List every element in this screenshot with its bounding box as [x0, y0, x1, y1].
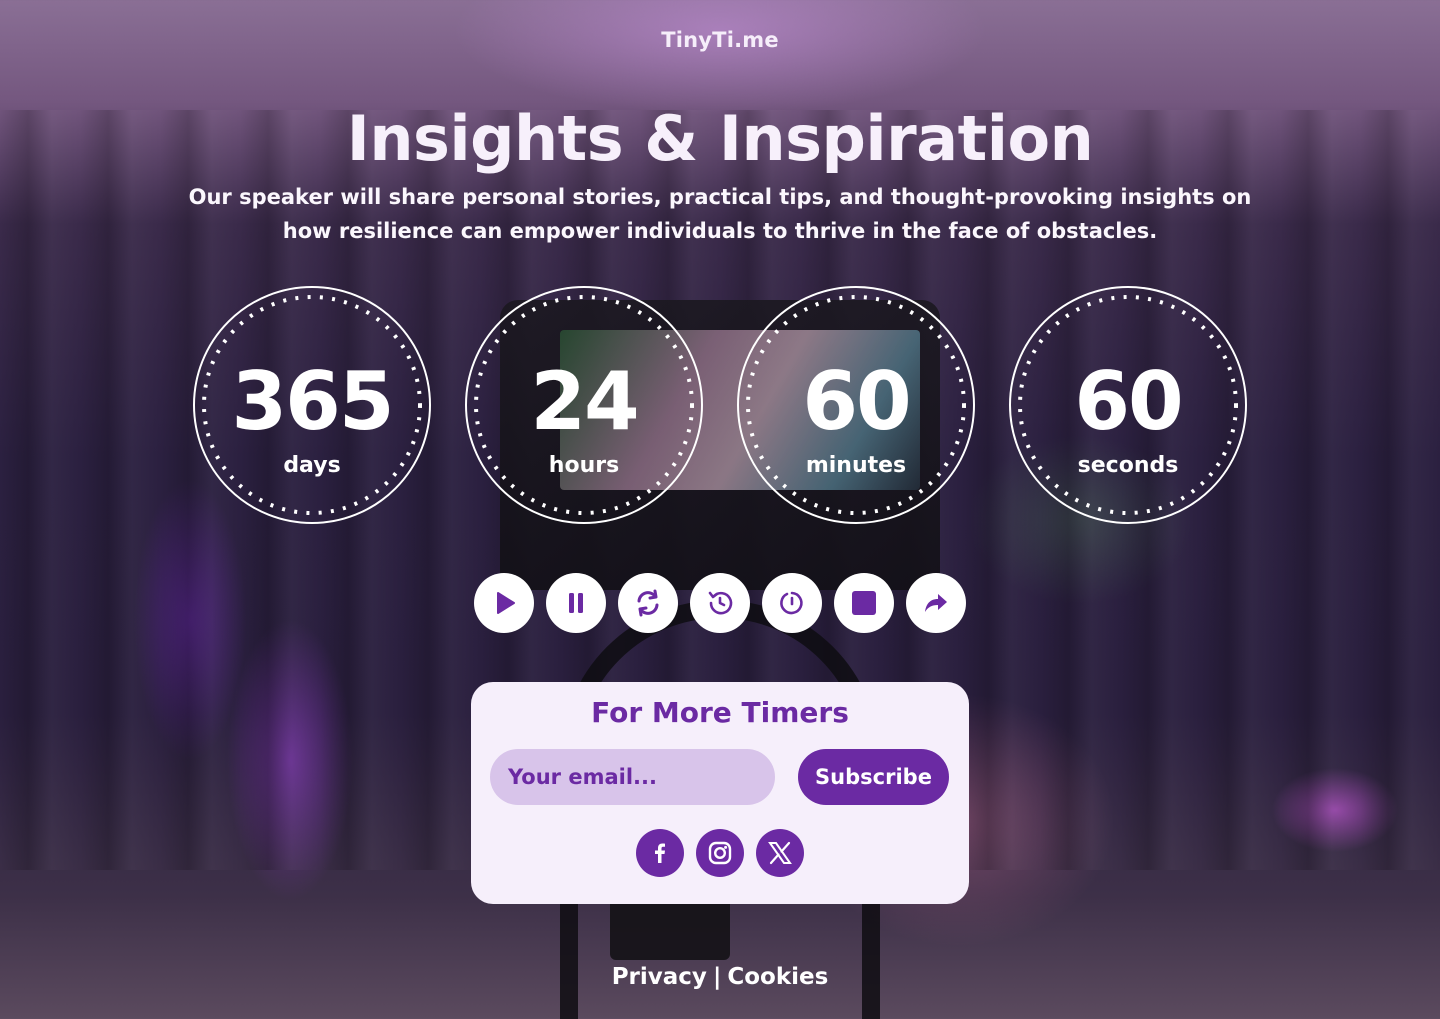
cookies-link[interactable]: Cookies [727, 964, 828, 990]
subscribe-button[interactable]: Subscribe [798, 749, 949, 805]
share-button[interactable] [906, 573, 966, 633]
history-icon [708, 591, 733, 615]
brand-logo[interactable]: TinyTi.me [0, 28, 1440, 52]
timer-days: 365 days [192, 285, 432, 525]
timer-label: seconds [1077, 453, 1179, 478]
instagram-icon [708, 841, 732, 865]
play-button[interactable] [474, 573, 534, 633]
page-subtitle: Our speaker will share personal stories,… [188, 185, 1252, 243]
timer-label: days [283, 453, 341, 478]
subscribe-title: For More Timers [591, 696, 849, 729]
pause-icon [569, 593, 583, 613]
x-icon [768, 841, 792, 865]
play-icon [497, 592, 515, 614]
email-input[interactable]: Your email... [490, 749, 775, 805]
timer-reset-button[interactable] [762, 573, 822, 633]
timer-value: 24 [530, 355, 639, 448]
timer-label: hours [548, 453, 620, 478]
subscribe-card: For More Timers Your email... Subscribe [471, 682, 969, 904]
timer-value: 60 [802, 355, 911, 448]
instagram-link[interactable] [696, 829, 744, 877]
footer-separator: | [712, 964, 722, 990]
share-icon [925, 594, 947, 612]
refresh-icon [637, 589, 659, 617]
history-button[interactable] [690, 573, 750, 633]
stop-button[interactable] [834, 573, 894, 633]
timer-minutes: 60 minutes [736, 285, 976, 525]
timer-seconds: 60 seconds [1008, 285, 1248, 525]
privacy-link[interactable]: Privacy [612, 964, 707, 990]
timer-label: minutes [805, 453, 907, 478]
restart-button[interactable] [618, 573, 678, 633]
timer-hours: 24 hours [464, 285, 704, 525]
page-title: Insights & Inspiration [346, 102, 1094, 175]
timer-reset-icon [780, 591, 803, 615]
facebook-icon [655, 843, 665, 863]
pause-button[interactable] [546, 573, 606, 633]
stop-icon [852, 591, 876, 615]
timer-value: 365 [231, 355, 395, 448]
x-link[interactable] [756, 829, 804, 877]
timer-value: 60 [1074, 355, 1183, 448]
footer-links: Privacy | Cookies [0, 964, 1440, 990]
facebook-link[interactable] [636, 829, 684, 877]
social-links [636, 829, 804, 877]
timer-controls [474, 573, 966, 633]
